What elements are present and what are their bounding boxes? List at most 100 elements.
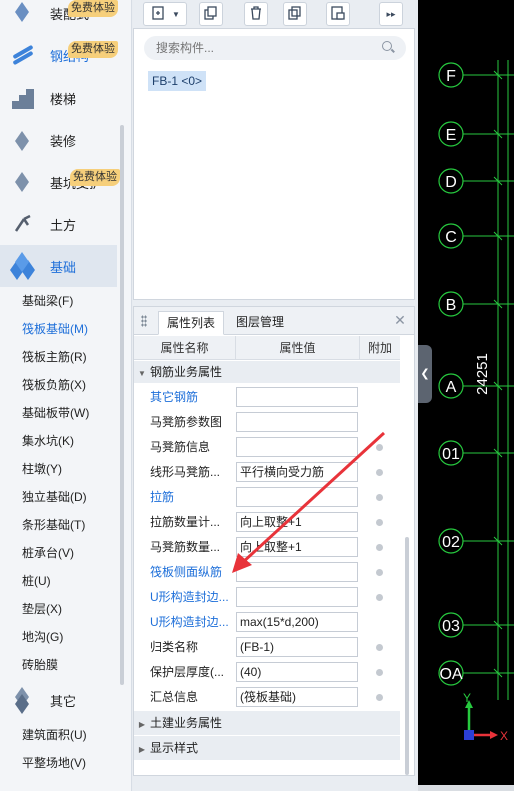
free-trial-badge: 免费体验 bbox=[68, 0, 118, 17]
sidebar-item-sump[interactable]: 集水坑(K) bbox=[22, 431, 74, 451]
category-prefab[interactable]: 装配式 免费体验 bbox=[0, 0, 118, 34]
tab-layer-management[interactable]: 图层管理 bbox=[228, 311, 292, 335]
attach-indicator-icon[interactable] bbox=[376, 669, 383, 676]
group-rebar-properties[interactable]: ▼ 钢筋业务属性 bbox=[134, 361, 400, 383]
pit-support-icon bbox=[10, 171, 36, 193]
sidebar-item-cushion[interactable]: 垫层(X) bbox=[22, 599, 62, 619]
property-name: 马凳筋参数图 bbox=[150, 415, 223, 429]
attach-indicator-icon[interactable] bbox=[376, 594, 383, 601]
ucs-origin bbox=[464, 730, 474, 740]
sidebar-item-foundation-beam[interactable]: 基础梁(F) bbox=[22, 291, 73, 311]
attach-indicator-icon[interactable] bbox=[376, 544, 383, 551]
category-decoration[interactable]: 装修 bbox=[0, 119, 117, 161]
property-row[interactable]: 马凳筋参数图 bbox=[134, 410, 400, 435]
property-name: 其它钢筋 bbox=[150, 390, 199, 404]
drag-handle-icon[interactable] bbox=[141, 315, 147, 327]
property-row[interactable]: 拉筋数量计... 向上取整+1 bbox=[134, 510, 400, 535]
sidebar-item-trench[interactable]: 地沟(G) bbox=[22, 627, 63, 647]
property-value-field[interactable]: 向上取整+1 bbox=[236, 537, 358, 557]
attach-indicator-icon[interactable] bbox=[376, 644, 383, 651]
property-value-field[interactable]: (40) bbox=[236, 662, 358, 682]
sidebar-item-pile[interactable]: 桩(U) bbox=[22, 571, 51, 591]
cad-drawing-viewport[interactable]: F E D C B A 01 02 03 OA 24251 Y X bbox=[418, 0, 514, 785]
layer-copy-button[interactable] bbox=[326, 2, 350, 26]
sidebar-item-brick-mold[interactable]: 砖胎膜 bbox=[22, 655, 58, 675]
property-row[interactable]: 保护层厚度(... (40) bbox=[134, 660, 400, 685]
attach-indicator-icon[interactable] bbox=[376, 444, 383, 451]
category-earthwork[interactable]: 土方 bbox=[0, 203, 117, 245]
axis-label: E bbox=[446, 127, 457, 144]
property-value-field[interactable] bbox=[236, 387, 358, 407]
tab-property-list[interactable]: 属性列表 bbox=[158, 311, 225, 335]
sidebar-item-isolated-footing[interactable]: 独立基础(D) bbox=[22, 487, 87, 507]
property-value-field[interactable]: 向上取整+1 bbox=[236, 512, 358, 532]
property-row[interactable]: 汇总信息 (筏板基础) bbox=[134, 685, 400, 710]
sidebar-item-building-area[interactable]: 建筑面积(U) bbox=[22, 725, 87, 745]
property-value-field[interactable]: (筏板基础) bbox=[236, 687, 358, 707]
layer-copy-icon bbox=[331, 5, 345, 23]
property-value-field[interactable]: (FB-1) bbox=[236, 637, 358, 657]
category-foundation[interactable]: 基础 bbox=[0, 245, 117, 287]
attach-indicator-icon[interactable] bbox=[376, 569, 383, 576]
search-icon[interactable] bbox=[382, 41, 392, 51]
sidebar-item-raft-foundation[interactable]: 筏板基础(M) bbox=[22, 319, 88, 339]
sidebar-item-strip-footing[interactable]: 条形基础(T) bbox=[22, 515, 85, 535]
ucs-y-label: Y bbox=[463, 691, 471, 705]
earthwork-icon bbox=[10, 213, 36, 235]
attach-indicator-icon[interactable] bbox=[376, 469, 383, 476]
property-row[interactable]: 归类名称 (FB-1) bbox=[134, 635, 400, 660]
property-value-field[interactable] bbox=[236, 437, 358, 457]
attach-indicator-icon[interactable] bbox=[376, 494, 383, 501]
sidebar-item-raft-main-rebar[interactable]: 筏板主筋(R) bbox=[22, 347, 87, 367]
ucs-x-arrow bbox=[490, 731, 498, 739]
component-toolbar: ▼ ▸▸ bbox=[133, 0, 415, 28]
group-display-style[interactable]: ▶ 显示样式 bbox=[134, 736, 400, 760]
free-trial-badge: 免费体验 bbox=[68, 41, 118, 58]
component-search-input[interactable] bbox=[144, 36, 406, 60]
property-scrollbar[interactable] bbox=[405, 537, 409, 775]
group-civil-properties[interactable]: ▶ 土建业务属性 bbox=[134, 711, 400, 735]
sidebar-item-raft-neg-rebar[interactable]: 筏板负筋(X) bbox=[22, 375, 86, 395]
property-row[interactable]: 拉筋 bbox=[134, 485, 400, 510]
group-label: 钢筋业务属性 bbox=[150, 365, 223, 379]
sidebar-scrollbar[interactable] bbox=[120, 125, 124, 685]
category-other[interactable]: 其它 bbox=[0, 679, 117, 721]
property-value-field[interactable]: 平行横向受力筋 bbox=[236, 462, 358, 482]
property-name: 线形马凳筋... bbox=[150, 465, 221, 479]
property-value-field[interactable]: max(15*d,200) bbox=[236, 612, 358, 632]
expand-more-button[interactable]: ▸▸ bbox=[379, 2, 403, 26]
property-row[interactable]: 马凳筋信息 bbox=[134, 435, 400, 460]
component-item-fb1[interactable]: FB-1 <0> bbox=[148, 71, 207, 91]
category-pit-support[interactable]: 基坑支护 免费体验 bbox=[0, 161, 120, 203]
property-row[interactable]: 线形马凳筋... 平行横向受力筋 bbox=[134, 460, 400, 485]
property-row[interactable]: U形构造封边... bbox=[134, 585, 400, 610]
sidebar-item-pile-cap[interactable]: 桩承台(V) bbox=[22, 543, 74, 563]
new-component-button[interactable]: ▼ bbox=[143, 2, 187, 26]
property-name: 筏板侧面纵筋 bbox=[150, 565, 223, 579]
delete-button[interactable] bbox=[244, 2, 268, 26]
category-stair[interactable]: 楼梯 bbox=[0, 77, 117, 119]
copy-button[interactable] bbox=[199, 2, 223, 26]
column-property-value: 属性值 bbox=[236, 336, 360, 360]
property-row[interactable]: 筏板侧面纵筋 bbox=[134, 560, 400, 585]
attach-indicator-icon[interactable] bbox=[376, 519, 383, 526]
new-component-icon bbox=[150, 5, 166, 24]
property-value-field[interactable] bbox=[236, 562, 358, 582]
chevron-left-icon: ❮ bbox=[420, 368, 430, 380]
property-value-field[interactable] bbox=[236, 412, 358, 432]
sidebar-item-site-leveling[interactable]: 平整场地(V) bbox=[22, 753, 86, 773]
collapse-panel-button[interactable]: ❮ bbox=[418, 345, 432, 403]
property-row[interactable]: U形构造封边... max(15*d,200) bbox=[134, 610, 400, 635]
property-value-field[interactable] bbox=[236, 587, 358, 607]
property-tab-bar: 属性列表 图层管理 ✕ bbox=[134, 307, 414, 335]
property-value-field[interactable] bbox=[236, 487, 358, 507]
close-icon[interactable]: ✕ bbox=[392, 312, 408, 328]
attach-indicator-icon[interactable] bbox=[376, 694, 383, 701]
property-row[interactable]: 马凳筋数量... 向上取整+1 bbox=[134, 535, 400, 560]
property-row[interactable]: 其它钢筋 bbox=[134, 385, 400, 410]
sidebar-item-column-pier[interactable]: 柱墩(Y) bbox=[22, 459, 62, 479]
sidebar-item-foundation-strip[interactable]: 基础板带(W) bbox=[22, 403, 89, 423]
prefab-icon bbox=[10, 2, 36, 24]
category-steel[interactable]: 钢结构 免费体验 bbox=[0, 34, 118, 76]
duplicate-button[interactable] bbox=[283, 2, 307, 26]
